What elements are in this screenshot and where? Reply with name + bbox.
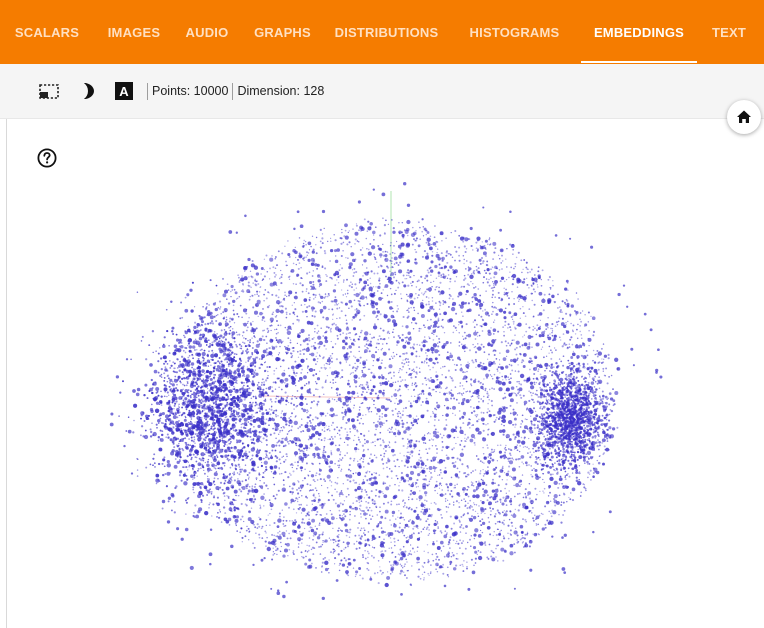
points-count: Points: 10000 — [152, 84, 229, 98]
tab-audio[interactable]: AUDIO — [174, 0, 240, 64]
dataset-stats: Points: 10000 Dimension: 128 — [147, 82, 328, 100]
label-icon-letter: A — [119, 84, 129, 99]
label-toggle-icon[interactable]: A — [113, 80, 135, 102]
tab-scalars[interactable]: SCALARS — [0, 0, 94, 64]
help-icon — [37, 148, 57, 168]
tab-text[interactable]: TEXT — [697, 0, 761, 64]
tab-images[interactable]: IMAGES — [94, 0, 174, 64]
help-button[interactable] — [36, 147, 58, 169]
tab-graphs[interactable]: GRAPHS — [240, 0, 325, 64]
embedding-projector: SCALARS IMAGES AUDIO GRAPHS DISTRIBUTION… — [0, 0, 764, 628]
night-mode-icon[interactable] — [78, 80, 100, 102]
reset-view-button[interactable] — [727, 100, 761, 134]
tab-embeddings[interactable]: EMBEDDINGS — [581, 0, 697, 64]
projection-scatter-plot[interactable] — [0, 119, 764, 628]
projector-toolbar: A Points: 10000 Dimension: 128 — [0, 64, 764, 119]
tab-histograms[interactable]: HISTOGRAMS — [448, 0, 581, 64]
tab-distributions[interactable]: DISTRIBUTIONS — [325, 0, 448, 64]
selection-box-icon[interactable] — [38, 80, 60, 102]
home-icon — [737, 110, 751, 123]
dimension-count: Dimension: 128 — [237, 84, 325, 98]
tab-bar: SCALARS IMAGES AUDIO GRAPHS DISTRIBUTION… — [0, 0, 764, 64]
